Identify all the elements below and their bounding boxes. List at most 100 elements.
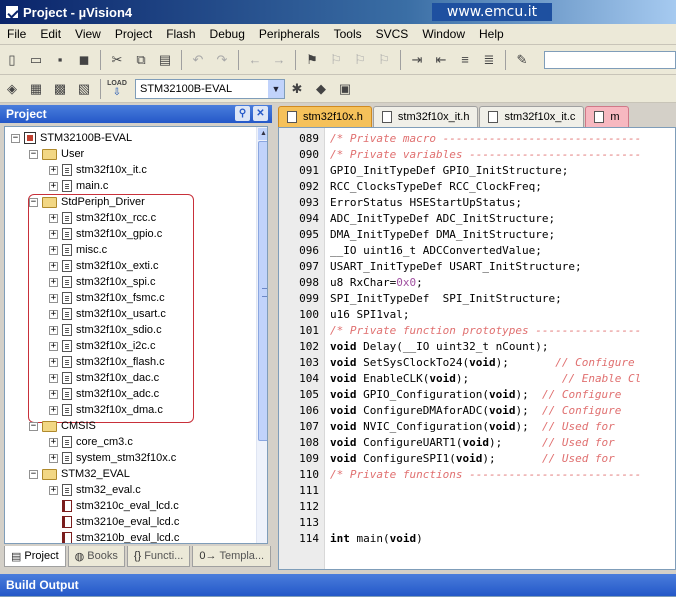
comment-icon[interactable]: ≡: [455, 50, 475, 70]
expand-icon[interactable]: +: [49, 389, 58, 399]
menu-help[interactable]: Help: [472, 24, 511, 45]
expand-icon[interactable]: +: [49, 277, 58, 287]
tree-group[interactable]: − User: [29, 146, 84, 162]
collapse-icon[interactable]: −: [29, 469, 38, 479]
tab-books[interactable]: ◍ Books: [67, 546, 125, 567]
tree-file[interactable]: + stm32_eval.c: [49, 482, 141, 498]
expand-icon[interactable]: +: [49, 325, 58, 335]
editor-tab[interactable]: m: [585, 106, 629, 127]
tree-file[interactable]: stm3210b_eval_lcd.c: [49, 530, 179, 543]
collapse-icon[interactable]: −: [29, 421, 38, 431]
expand-icon[interactable]: +: [49, 213, 58, 223]
collapse-icon[interactable]: −: [29, 149, 38, 159]
expand-icon[interactable]: +: [49, 181, 58, 191]
paste-icon[interactable]: ▤: [155, 50, 175, 70]
code-editor[interactable]: 089 /* Private macro --------------------…: [278, 127, 676, 570]
build-output-pane[interactable]: [0, 596, 676, 613]
pin-icon[interactable]: ⚲: [235, 106, 250, 121]
expand-icon[interactable]: +: [49, 357, 58, 367]
code-line[interactable]: 105 void GPIO_Configuration(void); // Con…: [279, 387, 675, 403]
code-line[interactable]: 094 ADC_InitTypeDef ADC_InitStructure;: [279, 211, 675, 227]
code-line[interactable]: 100 u16 SPI1val;: [279, 307, 675, 323]
menu-file[interactable]: File: [0, 24, 33, 45]
menu-edit[interactable]: Edit: [33, 24, 68, 45]
find-in-files-icon[interactable]: ✎: [512, 50, 532, 70]
target-options-icon[interactable]: ✱: [287, 79, 307, 99]
menu-peripherals[interactable]: Peripherals: [252, 24, 327, 45]
code-line[interactable]: 098 u8 RxChar=0x0;: [279, 275, 675, 291]
tab-functi[interactable]: {} Functi...: [126, 546, 191, 567]
translate-icon[interactable]: ◈: [2, 79, 22, 99]
tree-file[interactable]: + stm32f10x_spi.c: [49, 274, 155, 290]
uncomment-icon[interactable]: ≣: [479, 50, 499, 70]
tree-scrollbar[interactable]: ▲: [256, 127, 267, 543]
collapse-icon[interactable]: −: [29, 197, 38, 207]
code-line[interactable]: 103 void SetSysClockTo24(void); // Config…: [279, 355, 675, 371]
menu-svcs[interactable]: SVCS: [369, 24, 416, 45]
target-select[interactable]: STM32100B-EVAL ▼: [135, 78, 285, 99]
tree-file[interactable]: + core_cm3.c: [49, 434, 133, 450]
tree-file[interactable]: + stm32f10x_it.c: [49, 162, 147, 178]
open-folder-icon[interactable]: ▭: [26, 50, 46, 70]
code-line[interactable]: 107 void NVIC_Configuration(void); // Use…: [279, 419, 675, 435]
tab-templa[interactable]: 0→ Templa...: [192, 546, 272, 567]
menu-debug[interactable]: Debug: [203, 24, 252, 45]
tree-file[interactable]: + main.c: [49, 178, 108, 194]
collapse-icon[interactable]: −: [11, 133, 20, 143]
save-all-icon[interactable]: ◼: [74, 50, 94, 70]
cut-icon[interactable]: ✂: [107, 50, 127, 70]
code-line[interactable]: 097 USART_InitTypeDef USART_InitStructure…: [279, 259, 675, 275]
tree-file[interactable]: + stm32f10x_i2c.c: [49, 338, 155, 354]
toolbar-find-field[interactable]: [544, 51, 676, 69]
tree-file[interactable]: + stm32f10x_sdio.c: [49, 322, 162, 338]
tree-group[interactable]: − CMSIS: [29, 418, 96, 434]
tree-file[interactable]: + misc.c: [49, 242, 107, 258]
expand-icon[interactable]: +: [49, 453, 58, 463]
expand-icon[interactable]: +: [49, 437, 58, 447]
tree-file[interactable]: + stm32f10x_flash.c: [49, 354, 165, 370]
manage-components-icon[interactable]: ◆: [311, 79, 331, 99]
code-line[interactable]: 113: [279, 515, 675, 531]
tree-project[interactable]: − STM32100B-EVAL: [11, 130, 132, 146]
expand-icon[interactable]: +: [49, 229, 58, 239]
expand-icon[interactable]: +: [49, 165, 58, 175]
tree-file[interactable]: + stm32f10x_rcc.c: [49, 210, 156, 226]
new-file-icon[interactable]: ▯: [2, 50, 22, 70]
code-line[interactable]: 090 /* Private variables ----------------…: [279, 147, 675, 163]
expand-icon[interactable]: +: [49, 261, 58, 271]
copy-icon[interactable]: ⧉: [131, 50, 151, 70]
tree-file[interactable]: + stm32f10x_usart.c: [49, 306, 166, 322]
rebuild-icon[interactable]: ▩: [50, 79, 70, 99]
redo-icon[interactable]: ↷: [212, 50, 232, 70]
code-line[interactable]: 106 void ConfigureDMAforADC(void); // Con…: [279, 403, 675, 419]
code-line[interactable]: 110 /* Private functions ----------------…: [279, 467, 675, 483]
scroll-thumb[interactable]: [258, 141, 267, 441]
expand-icon[interactable]: +: [49, 405, 58, 415]
nav-back-icon[interactable]: ←: [245, 50, 265, 70]
close-icon[interactable]: ✕: [253, 106, 268, 121]
books-window-icon[interactable]: ▣: [335, 79, 355, 99]
code-line[interactable]: 104 void EnableCLK(void); // Enable Cl: [279, 371, 675, 387]
unindent-icon[interactable]: ⇤: [431, 50, 451, 70]
tab-project[interactable]: ▤ Project: [4, 546, 66, 567]
code-line[interactable]: 102 void Delay(__IO uint32_t nCount);: [279, 339, 675, 355]
build-icon[interactable]: ▦: [26, 79, 46, 99]
nav-forward-icon[interactable]: →: [269, 50, 289, 70]
expand-icon[interactable]: +: [49, 245, 58, 255]
menu-view[interactable]: View: [68, 24, 108, 45]
tree-file[interactable]: + stm32f10x_dac.c: [49, 370, 159, 386]
tree-file[interactable]: + stm32f10x_fsmc.c: [49, 290, 165, 306]
code-line[interactable]: 101 /* Private function prototypes ------…: [279, 323, 675, 339]
panel-splitter[interactable]: [272, 103, 277, 570]
menu-project[interactable]: Project: [108, 24, 159, 45]
expand-icon[interactable]: +: [49, 293, 58, 303]
tree-group[interactable]: − STM32_EVAL: [29, 466, 130, 482]
chevron-down-icon[interactable]: ▼: [268, 79, 284, 98]
save-icon[interactable]: ▪: [50, 50, 70, 70]
tree-file[interactable]: + stm32f10x_exti.c: [49, 258, 159, 274]
undo-icon[interactable]: ↶: [188, 50, 208, 70]
tree-file[interactable]: stm3210c_eval_lcd.c: [49, 498, 179, 514]
code-line[interactable]: 089 /* Private macro --------------------…: [279, 131, 675, 147]
code-line[interactable]: 093 ErrorStatus HSEStartUpStatus;: [279, 195, 675, 211]
tree-file[interactable]: + stm32f10x_adc.c: [49, 386, 159, 402]
